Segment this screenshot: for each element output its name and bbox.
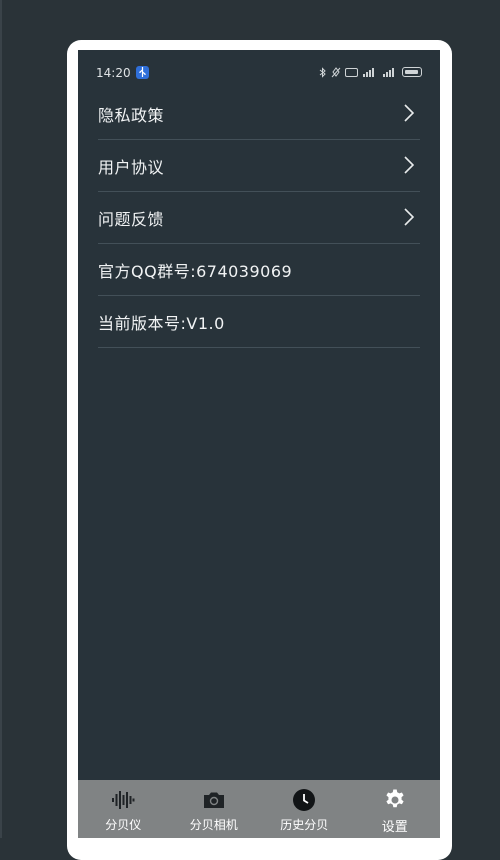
mute-icon xyxy=(331,66,341,77)
tab-decibel-camera[interactable]: 分贝相机 xyxy=(169,780,260,838)
menu-item-user-agreement[interactable]: 用户协议 xyxy=(98,140,420,192)
menu-item-label: 问题反馈 xyxy=(98,209,165,229)
hd-icon xyxy=(345,67,358,77)
phone-screen: 14:20 隐私政策 用户协议 问题反馈 官方QQ群号:674039069 当前… xyxy=(78,50,440,838)
tab-label: 设置 xyxy=(381,820,408,835)
chevron-right-icon xyxy=(404,104,414,122)
gear-icon xyxy=(386,789,404,808)
tab-settings[interactable]: 设置 xyxy=(350,780,441,838)
menu-item-label: 官方QQ群号:674039069 xyxy=(98,261,293,281)
clock-icon xyxy=(293,789,316,811)
page-left-edge xyxy=(0,0,2,838)
tab-history[interactable]: 历史分贝 xyxy=(259,780,350,838)
menu-item-privacy-policy[interactable]: 隐私政策 xyxy=(98,88,420,140)
bluetooth-icon xyxy=(319,66,326,78)
signal-icon-2 xyxy=(383,67,394,77)
usb-icon xyxy=(136,66,149,79)
tab-label: 分贝相机 xyxy=(189,818,238,832)
tab-label: 历史分贝 xyxy=(280,818,329,832)
camera-icon xyxy=(203,792,224,808)
chevron-right-icon xyxy=(404,208,414,226)
menu-item-qq-group: 官方QQ群号:674039069 xyxy=(98,244,420,296)
tab-decibel-meter[interactable]: 分贝仪 xyxy=(78,780,169,838)
bottom-tab-bar: 分贝仪 分贝相机 历史分贝 设置 xyxy=(78,780,440,838)
menu-item-feedback[interactable]: 问题反馈 xyxy=(98,192,420,244)
waveform-icon xyxy=(112,791,135,809)
menu-item-label: 用户协议 xyxy=(98,157,165,177)
menu-item-label: 当前版本号:V1.0 xyxy=(98,313,225,333)
menu-item-version: 当前版本号:V1.0 xyxy=(98,296,420,348)
chevron-right-icon xyxy=(404,156,414,174)
status-time: 14:20 xyxy=(96,66,131,80)
status-icons xyxy=(319,65,422,79)
signal-icon xyxy=(363,67,374,77)
battery-icon xyxy=(402,67,422,77)
tab-label: 分贝仪 xyxy=(105,818,142,832)
menu-item-label: 隐私政策 xyxy=(98,105,165,125)
settings-menu: 隐私政策 用户协议 问题反馈 官方QQ群号:674039069 当前版本号:V1… xyxy=(98,88,420,348)
